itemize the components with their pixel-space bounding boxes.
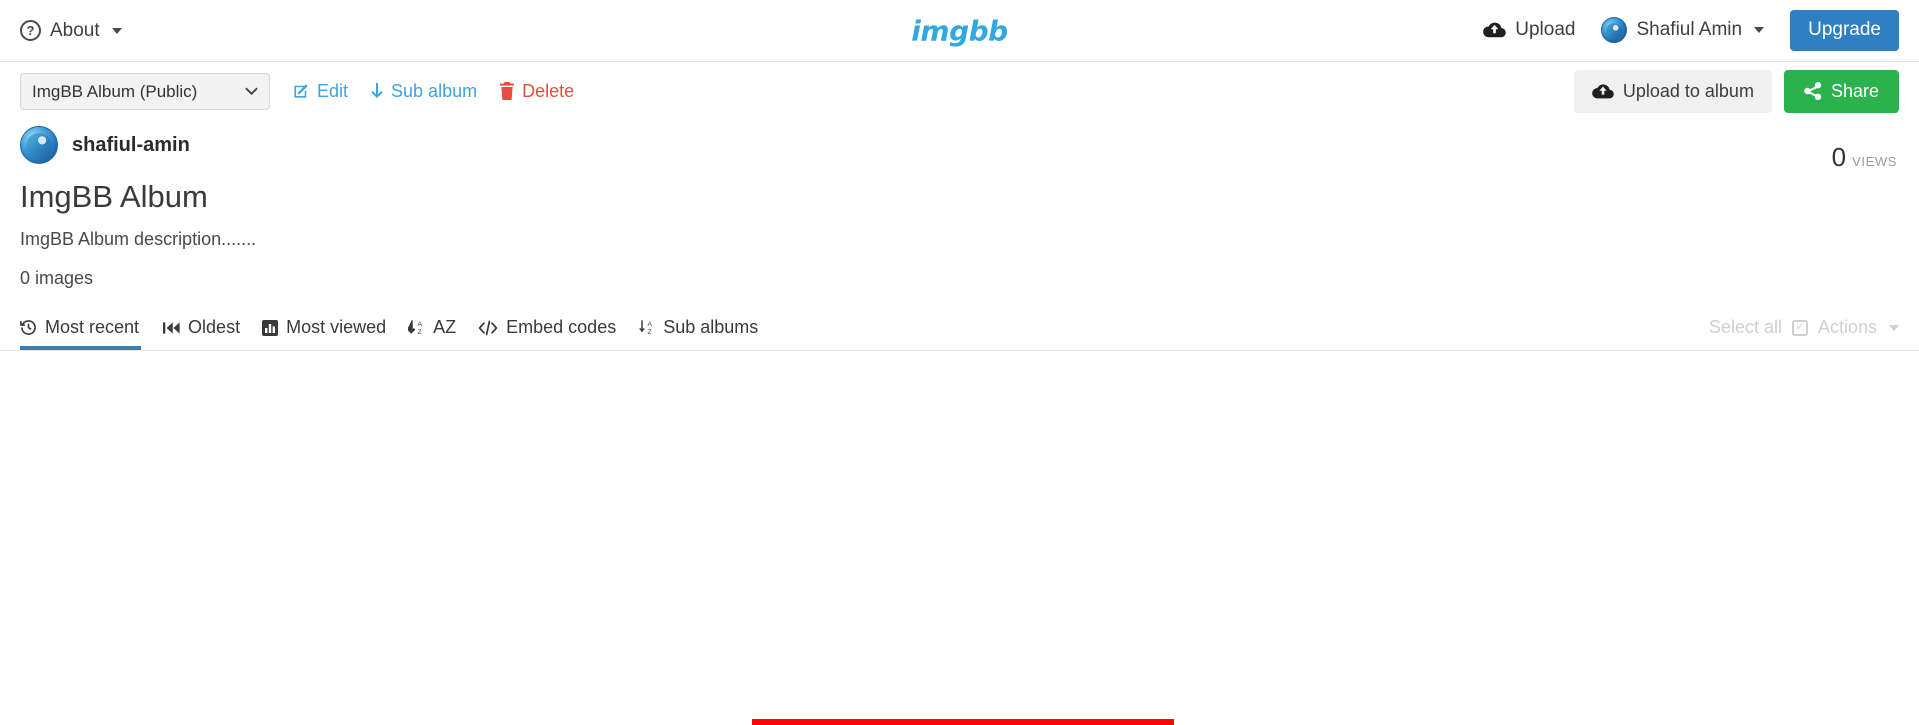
views-counter: 0 VIEWS — [1832, 142, 1897, 173]
sub-album-label: Sub album — [391, 80, 478, 101]
share-label: Share — [1830, 80, 1879, 101]
upload-label: Upload — [1515, 19, 1576, 41]
upload-button[interactable]: Upload — [1483, 19, 1575, 41]
code-icon — [478, 320, 498, 336]
clock-rotate-left-icon — [20, 319, 37, 336]
svg-text:Z: Z — [418, 329, 422, 336]
tab-label: Embed codes — [506, 317, 617, 338]
owner-name[interactable]: shafiul-amin — [72, 134, 190, 157]
sub-album-link[interactable]: Sub album — [370, 81, 477, 102]
header-left-group: ? About — [20, 20, 122, 42]
tabs-right-controls: Select all ✓ Actions — [1709, 317, 1899, 350]
arrow-turn-down-icon — [370, 82, 384, 100]
album-toolbar: ImgBB Album (Public) Edit Sub album Dele… — [0, 62, 1919, 120]
actions-menu[interactable]: Actions — [1818, 317, 1877, 338]
delete-label: Delete — [522, 80, 575, 101]
empty-state-panel: There's nothing to show here. Upload ima… — [752, 719, 1174, 725]
views-label: VIEWS — [1852, 154, 1897, 169]
album-image-count: 0 images — [20, 268, 94, 289]
album-owner-row: shafiul-amin — [20, 126, 1899, 164]
tab-label: Sub albums — [663, 317, 759, 338]
svg-text:Z: Z — [648, 329, 652, 336]
sort-alpha-down-icon: A Z — [408, 319, 425, 336]
tab-label: Most recent — [45, 317, 140, 338]
share-nodes-icon — [1804, 82, 1822, 100]
pencil-square-icon — [292, 82, 310, 100]
tab-most-recent[interactable]: Most recent — [20, 317, 163, 351]
tab-label: AZ — [433, 317, 457, 338]
header-right-group: Upload Shafiul Amin Upgrade — [1483, 10, 1899, 51]
select-all-button[interactable]: Select all — [1709, 317, 1782, 338]
tab-oldest[interactable]: Oldest — [163, 317, 262, 350]
upgrade-button[interactable]: Upgrade — [1790, 10, 1899, 51]
about-menu[interactable]: ? About — [20, 20, 122, 42]
album-description: ImgBB Album description....... — [20, 229, 257, 250]
album-header: shafiul-amin ImgBB Album ImgBB Album des… — [0, 120, 1919, 289]
imgbb-logo[interactable]: imgbb — [911, 14, 1008, 47]
views-count: 0 — [1831, 142, 1847, 172]
edit-label: Edit — [317, 80, 349, 101]
backward-fast-icon — [163, 321, 180, 335]
upload-to-album-label: Upload to album — [1622, 80, 1754, 101]
delete-album-link[interactable]: Delete — [499, 81, 574, 102]
about-label: About — [50, 19, 100, 41]
question-circle-icon: ? — [20, 20, 41, 41]
tab-embed-codes[interactable]: Embed codes — [478, 317, 638, 350]
avatar — [1601, 17, 1628, 44]
edit-album-link[interactable]: Edit — [292, 81, 348, 102]
cloud-upload-icon — [1483, 21, 1507, 39]
chart-bar-icon — [262, 319, 279, 336]
album-tabs: Most recent Oldest Most viewed A Z AZ Em… — [0, 307, 1919, 352]
chevron-down-icon — [1754, 27, 1765, 34]
album-select-wrapper: ImgBB Album (Public) — [20, 72, 270, 110]
top-header-bar: ? About imgbb Upload Shafiul Amin Upgrad… — [0, 0, 1919, 62]
chevron-down-icon — [1889, 324, 1899, 331]
tab-most-viewed[interactable]: Most viewed — [262, 317, 408, 350]
share-button[interactable]: Share — [1783, 69, 1899, 113]
trash-icon — [499, 82, 515, 100]
tab-label: Most viewed — [286, 317, 387, 338]
album-select[interactable]: ImgBB Album (Public) — [20, 72, 270, 110]
album-title: ImgBB Album — [20, 179, 208, 214]
tab-sub-albums[interactable]: A Z Sub albums — [638, 317, 780, 350]
user-menu[interactable]: Shafiul Amin — [1601, 17, 1765, 44]
cloud-upload-icon — [1591, 83, 1614, 100]
owner-avatar — [20, 126, 58, 164]
svg-text:A: A — [418, 321, 423, 328]
album-toolbar-right: Upload to album Share — [1573, 69, 1899, 113]
tab-az[interactable]: A Z AZ — [408, 317, 478, 350]
upload-to-album-button[interactable]: Upload to album — [1573, 69, 1772, 113]
sort-amount-down-icon: A Z — [638, 319, 655, 336]
user-name-label: Shafiul Amin — [1636, 19, 1743, 41]
tab-label: Oldest — [188, 317, 241, 338]
svg-text:A: A — [648, 321, 653, 328]
chevron-down-icon — [111, 27, 122, 34]
album-content-area: There's nothing to show here. Upload ima… — [0, 351, 1919, 725]
checkbox-checked-icon[interactable]: ✓ — [1791, 319, 1808, 336]
